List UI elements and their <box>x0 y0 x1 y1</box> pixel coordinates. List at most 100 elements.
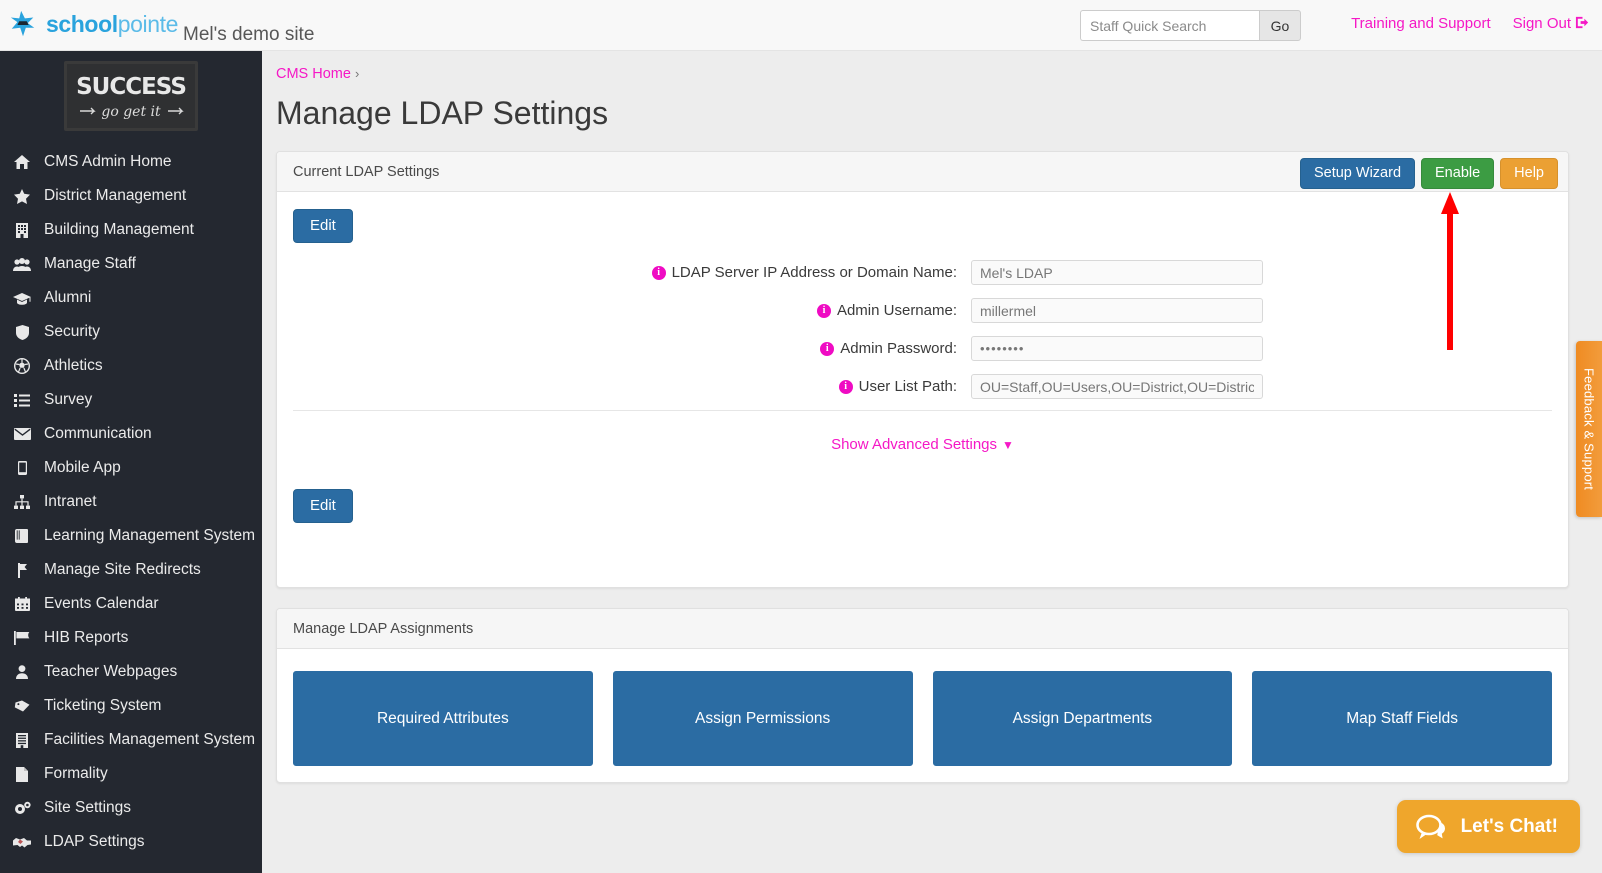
sidebar-item-alumni[interactable]: Alumni <box>0 281 262 315</box>
sidebar-item-events-calendar[interactable]: Events Calendar <box>0 587 262 621</box>
top-header-bar: schoolpointe Mel's demo site Go Training… <box>0 0 1602 51</box>
sidebar-item-label: Manage Site Redirects <box>44 561 201 578</box>
form-row-admin-password: i Admin Password: <box>277 336 1568 361</box>
assign-departments-tile[interactable]: Assign Departments <box>932 671 1233 766</box>
help-button[interactable]: Help <box>1500 158 1558 190</box>
sidebar-item-label: Teacher Webpages <box>44 663 178 680</box>
star-icon <box>12 188 32 204</box>
envelope-icon <box>12 428 32 440</box>
person-icon <box>12 665 32 679</box>
schoolpointe-star-icon <box>10 10 35 37</box>
chevron-down-icon: ▼ <box>1002 438 1014 452</box>
form-row-admin-username: i Admin Username: <box>277 298 1568 323</box>
chat-bubble-icon <box>1415 814 1445 839</box>
info-icon[interactable]: i <box>816 303 831 318</box>
sidebar-item-label: Communication <box>44 425 152 442</box>
book-icon <box>12 529 32 543</box>
sidebar-item-label: District Management <box>44 187 187 204</box>
document-icon <box>12 766 32 782</box>
sidebar-item-label: Survey <box>44 391 93 408</box>
sidebar-success-logo: SUCCESS go get it <box>64 61 198 131</box>
sidebar-item-survey[interactable]: Survey <box>0 383 262 417</box>
user-list-path-input[interactable] <box>971 374 1263 399</box>
sidebar-item-label: Learning Management System <box>44 527 256 544</box>
breadcrumb-cms-home-link[interactable]: CMS Home <box>276 66 351 82</box>
sidebar-item-label: Manage Staff <box>44 255 136 272</box>
sidebar-item-label: Formality <box>44 765 108 782</box>
user-list-path-label: i User List Path: <box>277 378 957 395</box>
edit-button-bottom[interactable]: Edit <box>293 489 353 523</box>
header-links: Training and Support Sign Out <box>1351 15 1590 32</box>
sidebar-item-communication[interactable]: Communication <box>0 417 262 451</box>
sidebar-item-learning-management-system[interactable]: Learning Management System <box>0 519 262 553</box>
sidebar-item-label: Intranet <box>44 493 97 510</box>
sidebar-item-mobile-app[interactable]: Mobile App <box>0 451 262 485</box>
shield-icon <box>12 324 32 340</box>
current-ldap-settings-panel: Current LDAP Settings Setup Wizard Enabl… <box>276 151 1569 588</box>
info-icon[interactable]: i <box>651 265 666 280</box>
gears-icon <box>12 801 32 816</box>
sidebar-item-ticketing-system[interactable]: Ticketing System <box>0 689 262 723</box>
sidebar-item-label: Site Settings <box>44 799 132 816</box>
sidebar-item-manage-staff[interactable]: Manage Staff <box>0 247 262 281</box>
form-divider <box>293 410 1552 411</box>
admin-password-input[interactable] <box>971 336 1263 361</box>
ticket-icon <box>12 700 32 712</box>
sidebar-item-label: Alumni <box>44 289 92 306</box>
sidebar-item-district-management[interactable]: District Management <box>0 179 262 213</box>
field-label-text: User List Path: <box>858 378 957 395</box>
advanced-toggle-label: Show Advanced Settings <box>831 436 998 453</box>
sign-out-link[interactable]: Sign Out <box>1513 15 1590 32</box>
svg-text:SUCCESS: SUCCESS <box>76 74 186 100</box>
svg-text:go get it: go get it <box>101 104 161 120</box>
manage-ldap-assignments-panel: Manage LDAP Assignments Required Attribu… <box>276 608 1569 783</box>
info-icon[interactable]: i <box>838 379 853 394</box>
sidebar-item-label: LDAP Settings <box>44 833 145 850</box>
field-label-text: LDAP Server IP Address or Domain Name: <box>671 264 957 281</box>
form-row-ldap-server: i LDAP Server IP Address or Domain Name: <box>277 260 1568 285</box>
sidebar-item-formality[interactable]: Formality <box>0 757 262 791</box>
sidebar-item-label: Building Management <box>44 221 194 238</box>
sign-out-label: Sign Out <box>1512 15 1571 32</box>
sidebar-item-intranet[interactable]: Intranet <box>0 485 262 519</box>
sidebar-item-athletics[interactable]: Athletics <box>0 349 262 383</box>
setup-wizard-button[interactable]: Setup Wizard <box>1299 158 1416 190</box>
field-label-text: Admin Username: <box>836 302 957 319</box>
handshake-icon <box>12 836 32 848</box>
sidebar-item-teacher-webpages[interactable]: Teacher Webpages <box>0 655 262 689</box>
sidebar-item-site-settings[interactable]: Site Settings <box>0 791 262 825</box>
search-input[interactable] <box>1080 10 1259 41</box>
sidebar-item-manage-site-redirects[interactable]: Manage Site Redirects <box>0 553 262 587</box>
sidebar-item-label: HIB Reports <box>44 629 129 646</box>
lets-chat-button[interactable]: Let's Chat! <box>1396 800 1580 853</box>
sidebar-item-hib-reports[interactable]: HIB Reports <box>0 621 262 655</box>
home-icon <box>12 155 32 169</box>
office-building-icon <box>12 732 32 748</box>
map-staff-fields-tile[interactable]: Map Staff Fields <box>1252 671 1552 766</box>
sidebar-item-label: Events Calendar <box>44 595 159 612</box>
flag-icon <box>12 631 32 645</box>
list-icon <box>12 393 32 407</box>
ldap-server-input[interactable] <box>971 260 1263 285</box>
feedback-support-tab[interactable]: Feedback & Support <box>1576 341 1602 517</box>
code-branch-icon <box>12 562 32 578</box>
sidebar-item-cms-admin-home[interactable]: CMS Admin Home <box>0 145 262 179</box>
sidebar-item-building-management[interactable]: Building Management <box>0 213 262 247</box>
info-icon[interactable]: i <box>820 341 835 356</box>
sidebar-item-security[interactable]: Security <box>0 315 262 349</box>
edit-button-top[interactable]: Edit <box>293 209 353 243</box>
enable-button[interactable]: Enable <box>1421 158 1495 190</box>
assign-permissions-tile[interactable]: Assign Permissions <box>612 671 913 766</box>
show-advanced-settings-toggle[interactable]: Show Advanced Settings ▼ <box>277 436 1568 453</box>
search-go-button[interactable]: Go <box>1259 10 1301 41</box>
brand-logo[interactable]: schoolpointe <box>8 9 178 39</box>
lets-chat-label: Let's Chat! <box>1460 815 1558 837</box>
graduation-cap-icon <box>12 292 32 305</box>
breadcrumb: CMS Home › <box>276 66 359 82</box>
settings-panel-title: Current LDAP Settings <box>293 163 440 180</box>
admin-username-input[interactable] <box>971 298 1263 323</box>
required-attributes-tile[interactable]: Required Attributes <box>293 671 593 766</box>
sidebar-item-ldap-settings[interactable]: LDAP Settings <box>0 825 262 859</box>
training-and-support-link[interactable]: Training and Support <box>1351 15 1491 32</box>
sidebar-item-facilities-management-system[interactable]: Facilities Management System <box>0 723 262 757</box>
